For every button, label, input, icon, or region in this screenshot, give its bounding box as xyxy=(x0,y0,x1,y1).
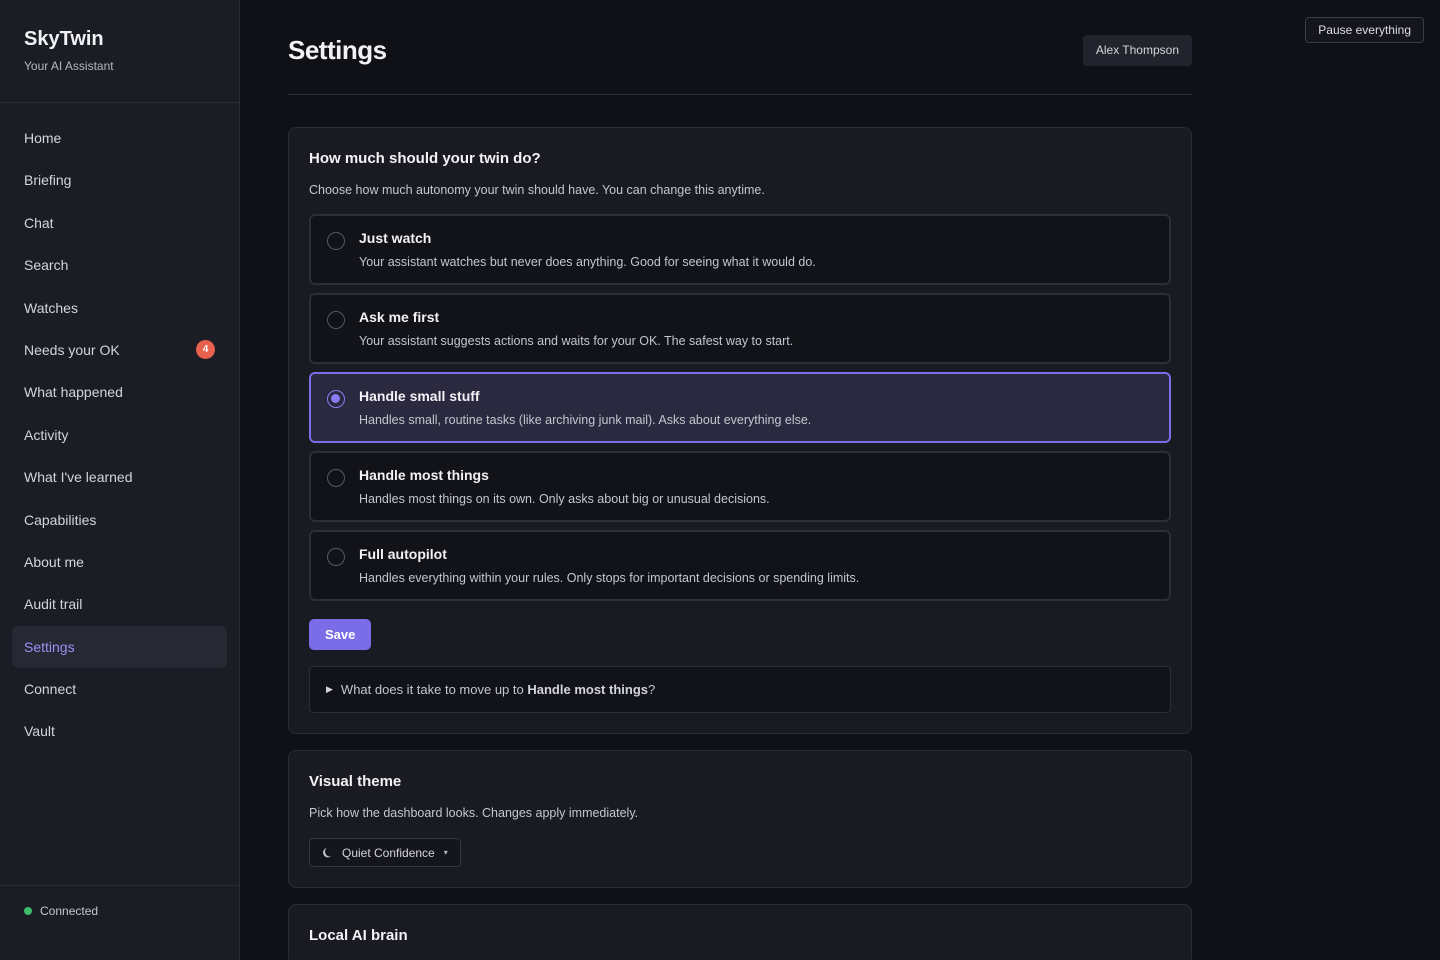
needs-ok-count-badge: 4 xyxy=(196,340,215,360)
theme-select-value: Quiet Confidence xyxy=(342,845,435,860)
sidebar-item-home[interactable]: Home xyxy=(12,117,227,159)
option-title: Handle small stuff xyxy=(359,388,480,404)
theme-select[interactable]: Quiet Confidence ▾ xyxy=(309,838,461,867)
option-ask-me-first[interactable]: Ask me first Your assistant suggests act… xyxy=(309,293,1171,364)
user-chip[interactable]: Alex Thompson xyxy=(1082,34,1192,66)
local-ai-title: Local AI brain xyxy=(309,927,408,944)
sidebar-item-chat[interactable]: Chat xyxy=(12,202,227,244)
theme-title: Visual theme xyxy=(309,773,402,790)
disclosure-prefix: What does it take to move up to xyxy=(340,682,524,697)
sidebar-item-activity[interactable]: Activity xyxy=(12,414,227,456)
sidebar-item-label: About me xyxy=(24,553,84,570)
option-description: Your assistant watches but never does an… xyxy=(359,255,816,269)
connection-status: Connected xyxy=(0,885,239,960)
next-level-disclosure[interactable]: ▶ What does it take to move up to Handle… xyxy=(309,666,1171,713)
autonomy-card: How much should your twin do? Choose how… xyxy=(288,127,1192,734)
sidebar-item-label: Search xyxy=(24,257,69,274)
option-title: Full autopilot xyxy=(359,546,447,562)
option-handle-small-stuff[interactable]: Handle small stuff Handles small, routin… xyxy=(309,372,1171,443)
option-title: Handle most things xyxy=(359,467,489,483)
radio-icon[interactable] xyxy=(327,469,345,487)
sidebar-nav: Home Briefing Chat Search Watches Needs … xyxy=(0,103,239,752)
connection-status-text: Connected xyxy=(40,904,99,918)
triangle-right-icon: ▶ xyxy=(326,684,333,694)
sidebar-item-label: Briefing xyxy=(24,172,72,189)
moon-icon xyxy=(322,847,334,859)
autonomy-options: Just watch Your assistant watches but ne… xyxy=(309,214,1171,601)
autonomy-title: How much should your twin do? xyxy=(309,150,541,167)
main-content: Settings Alex Thompson How much should y… xyxy=(288,0,1192,960)
sidebar-item-label: What I've learned xyxy=(24,469,133,486)
option-just-watch[interactable]: Just watch Your assistant watches but ne… xyxy=(309,214,1171,285)
sidebar-item-label: Settings xyxy=(24,638,75,655)
sidebar-item-capabilities[interactable]: Capabilities xyxy=(12,499,227,541)
save-button[interactable]: Save xyxy=(309,619,372,650)
radio-icon[interactable] xyxy=(327,548,345,566)
brand-tagline: Your AI Assistant xyxy=(24,59,114,73)
sidebar-item-connect[interactable]: Connect xyxy=(12,668,227,710)
sidebar-item-label: Audit trail xyxy=(24,596,83,613)
page-header: Settings Alex Thompson xyxy=(288,0,1192,95)
sidebar-item-label: Connect xyxy=(24,681,77,698)
brand-title: SkyTwin xyxy=(24,28,104,50)
page-title: Settings xyxy=(288,34,387,65)
sidebar-item-audit-trail[interactable]: Audit trail xyxy=(12,583,227,625)
brand: SkyTwin Your AI Assistant xyxy=(0,0,239,103)
sidebar-item-label: Vault xyxy=(24,723,55,740)
sidebar-item-label: Needs your OK xyxy=(24,341,120,358)
sidebar-item-search[interactable]: Search xyxy=(12,244,227,286)
sidebar-item-about-me[interactable]: About me xyxy=(12,541,227,583)
sidebar-item-label: Capabilities xyxy=(24,511,97,528)
disclosure-suffix: ? xyxy=(648,682,656,697)
theme-description: Pick how the dashboard looks. Changes ap… xyxy=(309,806,639,820)
option-description: Your assistant suggests actions and wait… xyxy=(359,334,794,348)
option-handle-most-things[interactable]: Handle most things Handles most things o… xyxy=(309,451,1171,522)
sidebar-item-label: Watches xyxy=(24,299,78,316)
sidebar-item-vault[interactable]: Vault xyxy=(12,710,227,752)
sidebar-item-watches[interactable]: Watches xyxy=(12,287,227,329)
radio-selected-icon[interactable] xyxy=(327,390,345,408)
option-description: Handles small, routine tasks (like archi… xyxy=(359,413,812,427)
status-dot-icon xyxy=(24,907,32,915)
sidebar-item-label: Chat xyxy=(24,214,54,231)
sidebar-item-label: Home xyxy=(24,130,62,146)
option-full-autopilot[interactable]: Full autopilot Handles everything within… xyxy=(309,530,1171,601)
sidebar-item-what-ive-learned[interactable]: What I've learned xyxy=(12,456,227,498)
sidebar: SkyTwin Your AI Assistant Home Briefing … xyxy=(0,0,240,960)
option-description: Handles everything within your rules. On… xyxy=(359,571,860,585)
sidebar-item-settings[interactable]: Settings xyxy=(12,625,227,668)
sidebar-item-label: Activity xyxy=(24,426,69,443)
caret-down-icon: ▾ xyxy=(443,848,448,857)
sidebar-item-label: What happened xyxy=(24,384,123,401)
visual-theme-card: Visual theme Pick how the dashboard look… xyxy=(288,750,1192,888)
radio-icon[interactable] xyxy=(327,311,345,329)
sidebar-item-what-happened[interactable]: What happened xyxy=(12,371,227,413)
disclosure-level: Handle most things xyxy=(527,682,648,697)
option-title: Ask me first xyxy=(359,309,440,325)
local-ai-card: Local AI brain xyxy=(288,904,1192,960)
pause-everything-button[interactable]: Pause everything xyxy=(1305,17,1424,43)
sidebar-item-needs-your-ok[interactable]: Needs your OK 4 xyxy=(12,329,227,371)
autonomy-description: Choose how much autonomy your twin shoul… xyxy=(309,183,765,197)
radio-icon[interactable] xyxy=(327,232,345,250)
option-description: Handles most things on its own. Only ask… xyxy=(359,492,770,506)
sidebar-item-briefing[interactable]: Briefing xyxy=(12,159,227,201)
option-title: Just watch xyxy=(359,230,432,246)
